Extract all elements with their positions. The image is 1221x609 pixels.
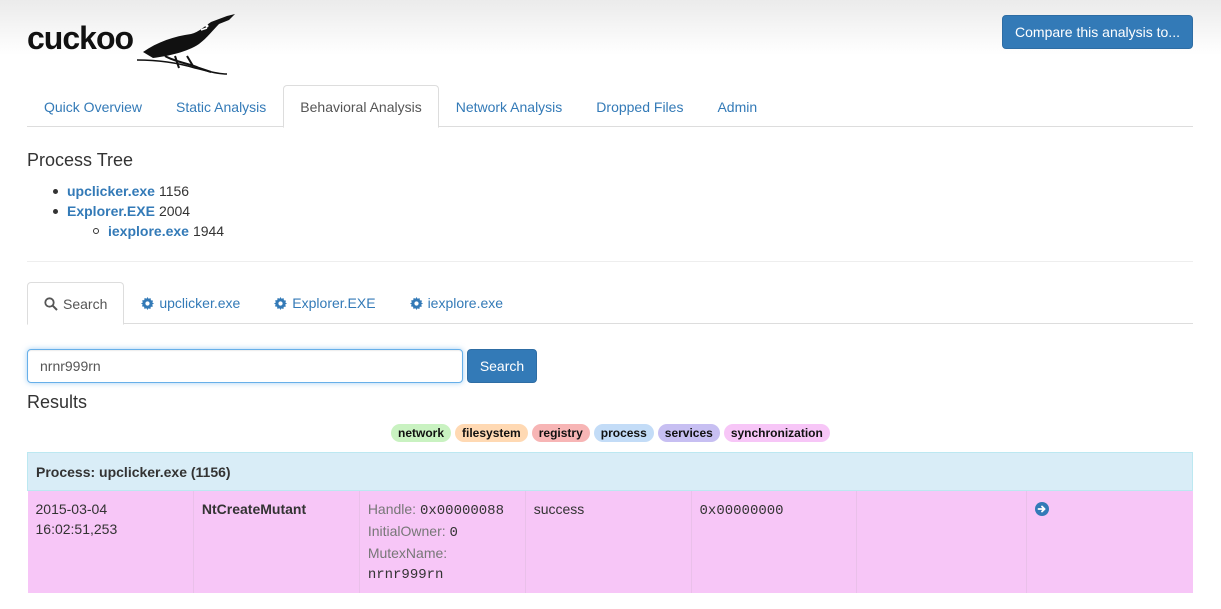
call-status: success [524, 490, 692, 593]
filter-registry[interactable]: registry [531, 424, 590, 442]
tab-network-analysis[interactable]: Network Analysis [439, 85, 580, 127]
call-return: 0x00000000 [690, 490, 857, 593]
call-timestamp: 2015-03-04 16:02:51,253 [27, 490, 194, 593]
arg-name: InitialOwner: [367, 523, 446, 539]
search-button[interactable]: Search [467, 349, 537, 383]
process-pid: 2004 [158, 203, 191, 219]
divider [27, 261, 1193, 262]
tab-label: Explorer.EXE [292, 295, 376, 311]
process-tree-title: Process Tree [27, 150, 134, 170]
arg-name: MutexName: [367, 545, 448, 561]
gear-icon [141, 296, 155, 310]
process-link-explorer[interactable]: Explorer.EXE [67, 203, 155, 219]
tab-static-analysis[interactable]: Static Analysis [159, 85, 283, 127]
bullet [93, 228, 99, 234]
process-pid: 1156 [158, 183, 190, 199]
table-row: 2015-03-04 16:02:51,253 NtCreateMutant H… [27, 490, 1193, 593]
tab-dropped-files[interactable]: Dropped Files [579, 85, 700, 127]
tab-admin[interactable]: Admin [700, 85, 774, 127]
arg-value: 0 [449, 525, 458, 541]
arg-value: nrnr999rn [367, 567, 444, 583]
logo-text: cuckoo [27, 20, 134, 56]
search-icon [44, 296, 58, 311]
process-pid: 1944 [192, 223, 225, 239]
status-text: success [533, 501, 585, 517]
tab-process-upclicker[interactable]: upclicker.exe [124, 282, 257, 324]
bird-icon [136, 14, 235, 75]
filter-process[interactable]: process [593, 424, 654, 442]
tab-label: Search [63, 295, 108, 312]
cuckoo-logo[interactable]: cuckoo [27, 12, 235, 76]
call-empty-cell [856, 490, 1027, 593]
results-title: Results [27, 392, 88, 412]
main-nav-tabs: Quick Overview Static Analysis Behaviora… [27, 85, 1193, 128]
tab-search[interactable]: Search [27, 282, 125, 325]
search-input[interactable] [27, 349, 463, 383]
bullet [53, 188, 58, 194]
compare-analysis-button[interactable]: Compare this analysis to... [1002, 15, 1193, 49]
process-tree-item: upclicker.exe 1156 [27, 181, 224, 201]
process-link-iexplore[interactable]: iexplore.exe [108, 223, 189, 239]
arrow-right-circle-icon[interactable] [1035, 502, 1050, 516]
gear-icon [274, 296, 288, 310]
results-table: Process: upclicker.exe (1156) 2015-03-04… [27, 452, 1193, 593]
process-header: Process: upclicker.exe (1156) [27, 452, 1193, 491]
process-link-upclicker[interactable]: upclicker.exe [67, 183, 155, 199]
filter-synchronization[interactable]: synchronization [723, 424, 830, 442]
filter-services[interactable]: services [657, 424, 720, 442]
return-value: 0x00000000 [699, 503, 784, 519]
process-tree: upclicker.exe 1156 Explorer.EXE 2004 iex… [27, 181, 224, 241]
filter-filesystem[interactable]: filesystem [455, 424, 528, 442]
tab-quick-overview[interactable]: Quick Overview [27, 85, 159, 127]
tab-process-iexplore[interactable]: iexplore.exe [393, 282, 521, 324]
tab-label: iexplore.exe [427, 295, 504, 311]
arg-name: Handle: [367, 501, 417, 517]
call-api: NtCreateMutant [201, 501, 307, 517]
gear-icon [409, 296, 423, 310]
call-action-cell [1026, 490, 1193, 593]
call-time: 16:02:51,253 [35, 521, 118, 537]
filter-network[interactable]: network [391, 424, 452, 442]
bullet [53, 208, 58, 214]
process-tree-item: Explorer.EXE 2004 [27, 201, 224, 221]
process-tree-item: iexplore.exe 1944 [27, 221, 224, 241]
call-argument: Handle: 0x00000088 [368, 499, 517, 521]
tab-process-explorer[interactable]: Explorer.EXE [257, 282, 392, 324]
call-api-cell: NtCreateMutant [192, 490, 360, 593]
call-arguments: Handle: 0x00000088 InitialOwner: 0 Mutex… [358, 490, 526, 593]
call-argument: InitialOwner: 0 [368, 521, 517, 543]
arg-value: 0x00000088 [419, 503, 504, 519]
tab-label: upclicker.exe [159, 295, 241, 311]
tab-behavioral-analysis[interactable]: Behavioral Analysis [283, 85, 439, 128]
call-argument: nrnr999rn [368, 563, 517, 585]
process-tabs: Search upclicker.exe Explorer.EXE iexplo… [27, 282, 1193, 325]
category-filters: network filesystem registry process serv… [391, 424, 830, 442]
call-argument: MutexName: [368, 543, 517, 563]
call-date: 2015-03-04 [35, 501, 108, 517]
